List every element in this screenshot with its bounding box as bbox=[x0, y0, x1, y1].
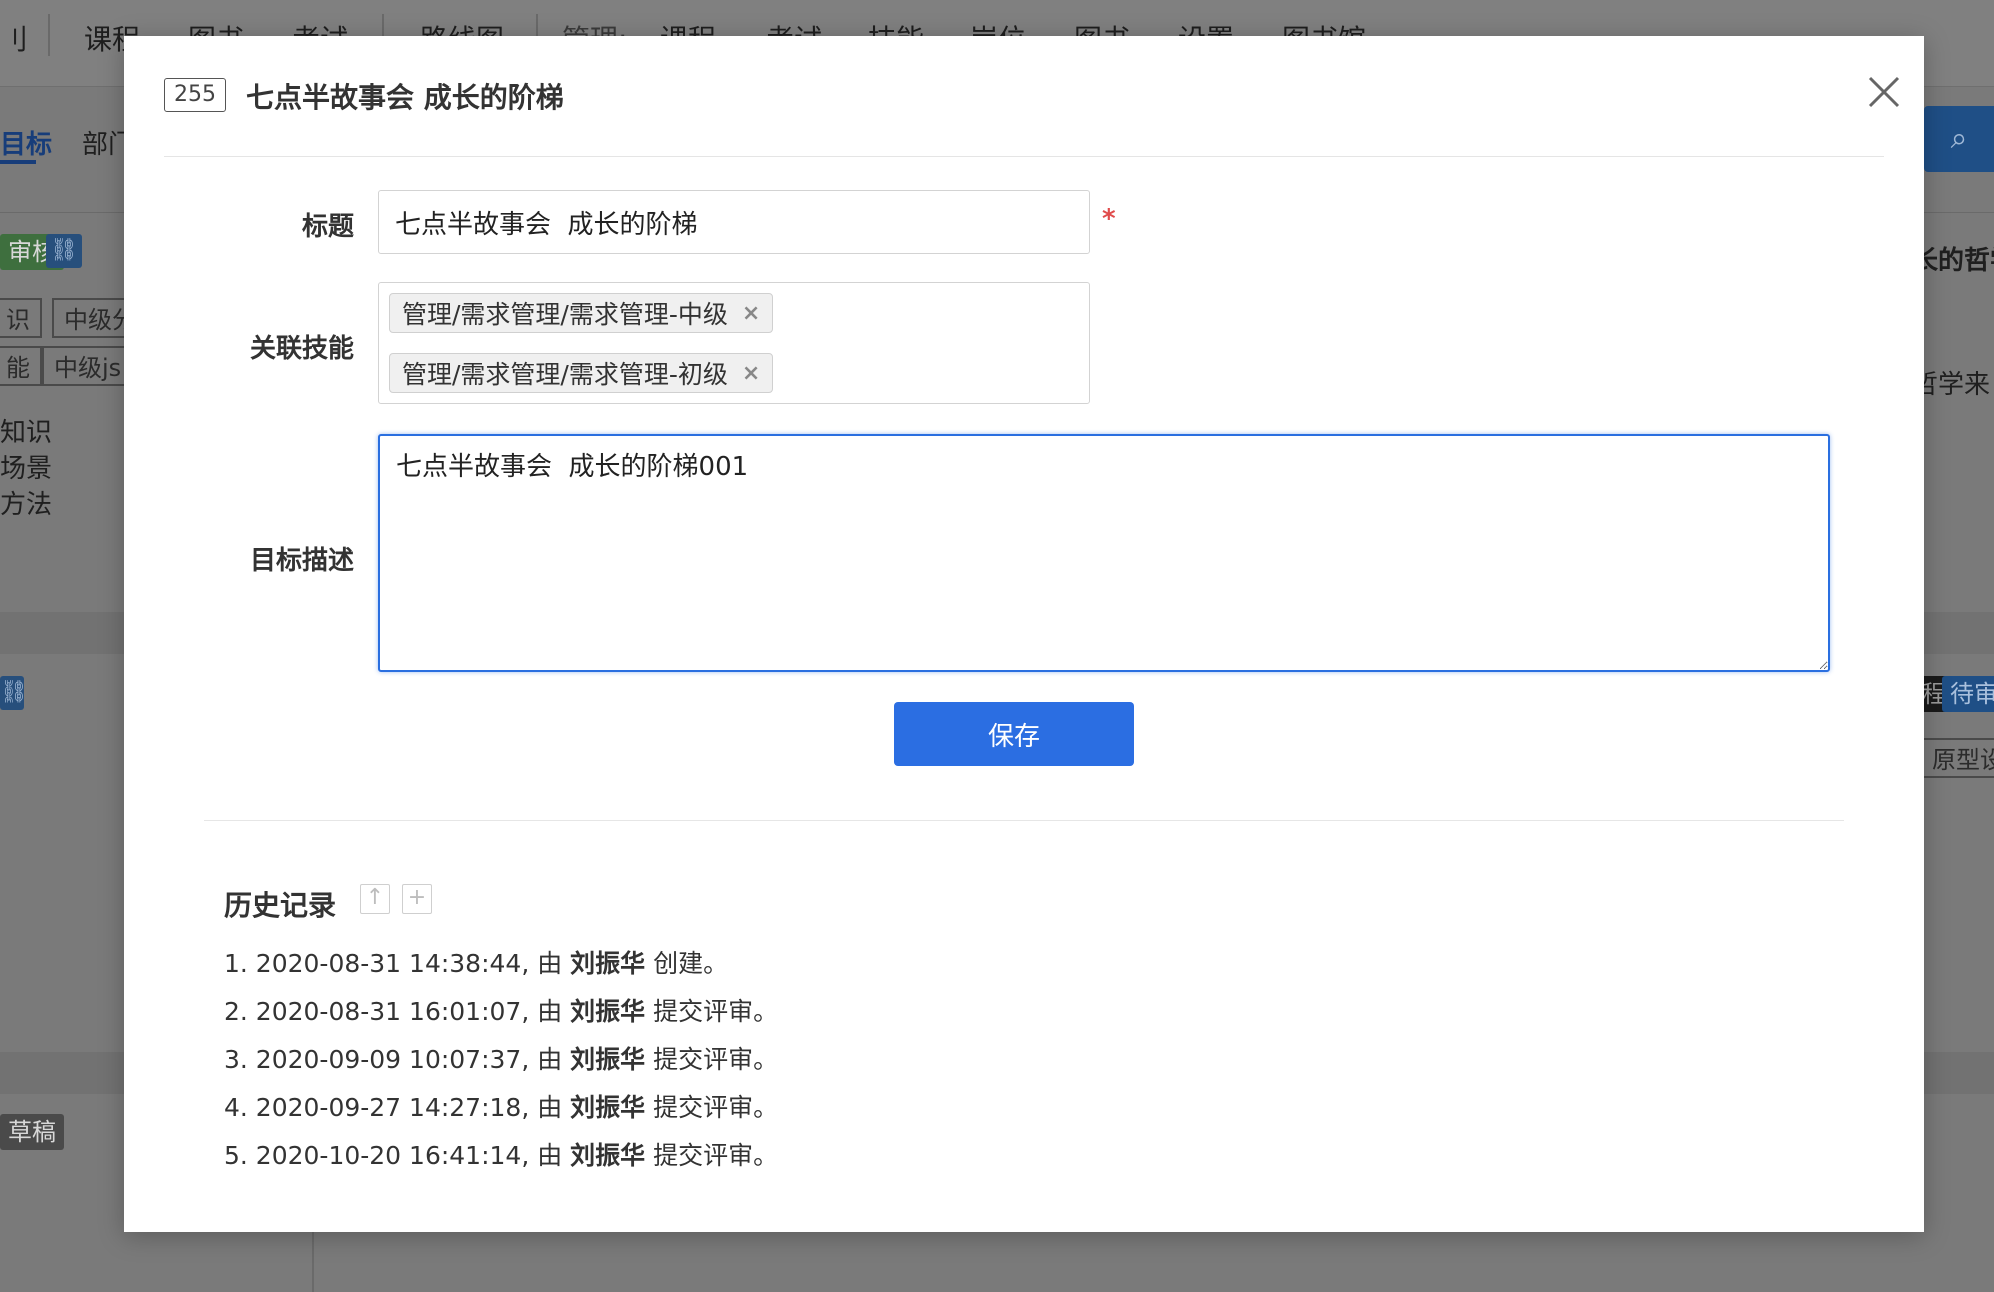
history-item-prefix: 3. 2020-09-09 10:07:37, 由 bbox=[224, 1045, 571, 1074]
skill-tag: 管理/需求管理/需求管理-初级 × bbox=[389, 353, 774, 393]
background-tag: 识 bbox=[0, 298, 42, 338]
history-item-action: 提交评审。 bbox=[645, 1093, 779, 1122]
skill-tag: 管理/需求管理/需求管理-中级 × bbox=[389, 293, 774, 333]
background-line: 方法 bbox=[0, 490, 53, 520]
background-link-icon[interactable]: ⛓ bbox=[46, 234, 82, 268]
active-tab-indicator bbox=[0, 160, 36, 164]
required-marker: * bbox=[1102, 204, 1116, 234]
background-tag: 能 bbox=[0, 346, 42, 386]
description-label: 目标描述 bbox=[249, 546, 354, 576]
skills-label: 关联技能 bbox=[249, 334, 354, 364]
nav-item: 刂 bbox=[0, 23, 29, 56]
background-tab-goals[interactable]: 目标 bbox=[0, 124, 52, 161]
history-item-user: 刘振华 bbox=[570, 949, 646, 978]
history-item-action: 提交评审。 bbox=[645, 1141, 779, 1170]
save-button[interactable]: 保存 bbox=[894, 702, 1134, 766]
arrow-up-icon[interactable]: ↑ bbox=[360, 884, 390, 914]
background-link-icon[interactable]: ⛓ bbox=[0, 676, 28, 710]
history-item-user: 刘振华 bbox=[570, 997, 646, 1026]
skill-tag-label: 管理/需求管理/需求管理-初级 bbox=[402, 360, 728, 389]
section-divider bbox=[204, 820, 1844, 821]
history-list: 1. 2020-08-31 14:38:44, 由 刘振华 创建。 2. 202… bbox=[224, 940, 778, 1180]
plus-icon[interactable]: + bbox=[402, 884, 432, 914]
history-item: 5. 2020-10-20 16:41:14, 由 刘振华 提交评审。 bbox=[224, 1132, 778, 1180]
history-item-prefix: 1. 2020-08-31 14:38:44, 由 bbox=[224, 949, 571, 978]
history-title: 历史记录 bbox=[224, 889, 337, 922]
close-button[interactable] bbox=[1864, 72, 1912, 120]
modal-header: 255 七点半故事会 成长的阶梯 bbox=[164, 36, 1900, 157]
description-textarea[interactable]: 七点半故事会 成长的阶梯001 bbox=[378, 434, 1830, 672]
history-item: 1. 2020-08-31 14:38:44, 由 刘振华 创建。 bbox=[224, 940, 778, 988]
close-icon[interactable] bbox=[1864, 72, 1904, 112]
background-draft-badge: 草稿 bbox=[0, 1114, 64, 1150]
history-item: 4. 2020-09-27 14:27:18, 由 刘振华 提交评审。 bbox=[224, 1084, 778, 1132]
background-line: 知识 bbox=[0, 418, 53, 448]
history-item-prefix: 5. 2020-10-20 16:41:14, 由 bbox=[224, 1141, 571, 1170]
background-tag: 中级js bbox=[42, 346, 134, 386]
history-item-action: 创建。 bbox=[645, 949, 729, 978]
title-label: 标题 bbox=[301, 212, 354, 242]
background-pending-badge: 待审 bbox=[1942, 676, 1994, 712]
history-item-prefix: 4. 2020-09-27 14:27:18, 由 bbox=[224, 1093, 571, 1122]
history-item-action: 提交评审。 bbox=[645, 997, 779, 1026]
remove-tag-icon[interactable]: × bbox=[742, 301, 760, 326]
modal-title: 七点半故事会 成长的阶梯 bbox=[246, 81, 564, 114]
edit-goal-modal: 255 七点半故事会 成长的阶梯 标题 * 关联技能 管理/需求管理/需求管理-… bbox=[124, 36, 1924, 1232]
nav-separator bbox=[48, 14, 50, 56]
history-item-action: 提交评审。 bbox=[645, 1045, 779, 1074]
history-item: 3. 2020-09-09 10:07:37, 由 刘振华 提交评审。 bbox=[224, 1036, 778, 1084]
history-item-user: 刘振华 bbox=[570, 1093, 646, 1122]
background-divider bbox=[312, 1232, 314, 1292]
background-binoculars-icon[interactable]: ⌕ bbox=[1924, 106, 1994, 172]
goal-id-badge: 255 bbox=[164, 78, 226, 112]
history-item-user: 刘振华 bbox=[570, 1141, 646, 1170]
title-input[interactable] bbox=[378, 190, 1090, 254]
history-item-user: 刘振华 bbox=[570, 1045, 646, 1074]
remove-tag-icon[interactable]: × bbox=[742, 361, 760, 386]
background-card-title: 长的哲学 bbox=[1912, 246, 1994, 276]
skills-tag-input[interactable]: 管理/需求管理/需求管理-中级 × 管理/需求管理/需求管理-初级 × bbox=[378, 282, 1090, 404]
history-item-prefix: 2. 2020-08-31 16:01:07, 由 bbox=[224, 997, 571, 1026]
background-line: 场景 bbox=[0, 454, 53, 484]
background-tag: 原型设 bbox=[1920, 738, 1994, 778]
skill-tag-label: 管理/需求管理/需求管理-中级 bbox=[402, 300, 728, 329]
history-item: 2. 2020-08-31 16:01:07, 由 刘振华 提交评审。 bbox=[224, 988, 778, 1036]
